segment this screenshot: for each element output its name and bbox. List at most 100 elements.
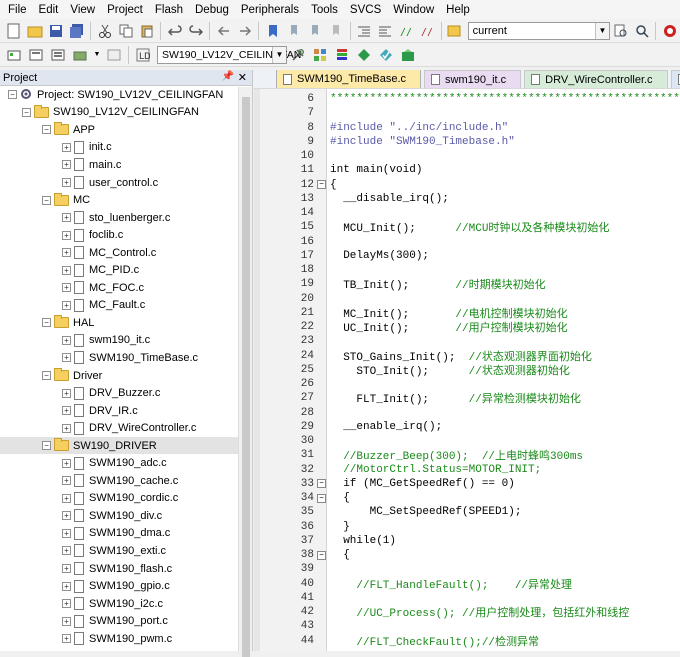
file-item[interactable]: + SWM190_port.c bbox=[0, 612, 252, 630]
file-item[interactable]: + user_control.c bbox=[0, 174, 252, 192]
run-time-env-icon[interactable] bbox=[399, 46, 417, 64]
expand-icon[interactable]: + bbox=[62, 283, 71, 293]
paste-icon[interactable] bbox=[138, 22, 155, 40]
expand-icon[interactable]: + bbox=[62, 458, 71, 468]
file-item[interactable]: + SWM190_div.c bbox=[0, 507, 252, 525]
file-item[interactable]: + SWM190_dma.c bbox=[0, 525, 252, 543]
nav-forward-icon[interactable] bbox=[236, 22, 253, 40]
expand-icon[interactable]: + bbox=[62, 511, 71, 521]
collapse-icon[interactable]: − bbox=[8, 90, 17, 100]
group-app[interactable]: − APP bbox=[0, 121, 252, 139]
expand-icon[interactable]: + bbox=[62, 335, 71, 345]
expand-icon[interactable]: + bbox=[62, 178, 71, 187]
uncomment-icon[interactable]: // bbox=[419, 22, 436, 40]
file-extensions-icon[interactable] bbox=[333, 46, 351, 64]
expand-icon[interactable]: + bbox=[62, 564, 71, 574]
group-sw190_driver[interactable]: − SW190_DRIVER bbox=[0, 436, 252, 455]
file-item[interactable]: + sto_luenberger.c bbox=[0, 209, 252, 227]
menu-debug[interactable]: Debug bbox=[189, 4, 235, 16]
expand-icon[interactable]: + bbox=[62, 160, 71, 170]
copy-icon[interactable] bbox=[117, 22, 134, 40]
collapse-icon[interactable]: − bbox=[42, 195, 51, 205]
find-combo[interactable]: current ▼ bbox=[467, 21, 611, 40]
save-all-icon[interactable] bbox=[68, 22, 85, 40]
menu-tools[interactable]: Tools bbox=[305, 4, 344, 16]
fold-toggle-icon[interactable]: − bbox=[317, 550, 326, 560]
expand-icon[interactable]: + bbox=[62, 599, 71, 609]
manage-components-icon[interactable] bbox=[311, 46, 329, 64]
group-driver[interactable]: − Driver bbox=[0, 367, 252, 385]
menu-peripherals[interactable]: Peripherals bbox=[235, 4, 305, 16]
save-icon[interactable] bbox=[47, 22, 64, 40]
expand-icon[interactable]: + bbox=[62, 634, 71, 644]
expand-icon[interactable]: + bbox=[62, 248, 71, 258]
editor-tab[interactable]: swm190_it.c bbox=[424, 70, 522, 88]
file-item[interactable]: + DRV_IR.c bbox=[0, 402, 252, 420]
collapse-icon[interactable]: − bbox=[42, 318, 51, 328]
collapse-icon[interactable]: − bbox=[42, 441, 51, 451]
find-icon[interactable] bbox=[612, 22, 629, 40]
file-item[interactable]: + SWM190_flash.c bbox=[0, 560, 252, 578]
redo-icon[interactable] bbox=[187, 22, 204, 40]
expand-icon[interactable]: + bbox=[62, 300, 71, 310]
expand-icon[interactable]: + bbox=[62, 265, 71, 275]
close-icon[interactable]: ✕ bbox=[238, 71, 247, 84]
fold-toggle-icon[interactable]: − bbox=[317, 493, 326, 503]
new-file-icon[interactable] bbox=[5, 22, 22, 40]
build-icon[interactable] bbox=[27, 46, 45, 64]
menu-edit[interactable]: Edit bbox=[33, 4, 65, 16]
expand-icon[interactable]: + bbox=[62, 476, 71, 486]
open-folder-icon[interactable] bbox=[26, 22, 43, 40]
file-item[interactable]: + SWM190_exti.c bbox=[0, 542, 252, 560]
expand-icon[interactable]: + bbox=[62, 616, 71, 626]
editor-tab[interactable]: SWM190_TimeBase.c bbox=[276, 70, 422, 88]
editor-tab[interactable]: focli bbox=[670, 70, 680, 88]
clear-bookmarks-icon[interactable] bbox=[327, 22, 344, 40]
group-mc[interactable]: − MC bbox=[0, 191, 252, 209]
prev-bookmark-icon[interactable] bbox=[285, 22, 302, 40]
collapse-icon[interactable]: − bbox=[22, 107, 31, 117]
expand-icon[interactable]: + bbox=[62, 581, 71, 591]
chevron-down-icon[interactable]: ▼ bbox=[93, 46, 101, 64]
incremental-find-icon[interactable] bbox=[633, 22, 650, 40]
pin-icon[interactable]: 📌 bbox=[222, 71, 234, 82]
file-item[interactable]: + DRV_WireController.c bbox=[0, 419, 252, 437]
expand-icon[interactable]: + bbox=[62, 528, 71, 538]
expand-icon[interactable]: + bbox=[62, 213, 71, 223]
expand-icon[interactable]: + bbox=[62, 142, 71, 152]
menu-file[interactable]: File bbox=[2, 4, 33, 16]
undo-icon[interactable] bbox=[166, 22, 183, 40]
cut-icon[interactable] bbox=[96, 22, 113, 40]
file-item[interactable]: + SWM190_TimeBase.c bbox=[0, 349, 252, 367]
collapse-icon[interactable]: − bbox=[42, 125, 51, 135]
project-scrollbar[interactable] bbox=[238, 87, 252, 657]
download-icon[interactable]: LD bbox=[134, 46, 152, 64]
comment-icon[interactable]: // bbox=[398, 22, 415, 40]
file-item[interactable]: + init.c bbox=[0, 139, 252, 157]
file-item[interactable]: + SWM190_cordic.c bbox=[0, 490, 252, 508]
expand-icon[interactable]: + bbox=[62, 546, 71, 556]
expand-icon[interactable]: + bbox=[62, 353, 71, 363]
expand-icon[interactable]: + bbox=[62, 423, 71, 433]
editor-tab[interactable]: DRV_WireController.c bbox=[524, 70, 668, 88]
file-item[interactable]: + MC_Control.c bbox=[0, 244, 252, 262]
expand-icon[interactable]: + bbox=[62, 388, 71, 398]
file-item[interactable]: + MC_PID.c bbox=[0, 261, 252, 279]
file-item[interactable]: + SWM190_cache.c bbox=[0, 472, 252, 490]
collapse-icon[interactable]: − bbox=[42, 371, 51, 381]
group-hal[interactable]: − HAL bbox=[0, 314, 252, 332]
code-editor[interactable]: 6 ***************************************… bbox=[254, 89, 680, 651]
menu-help[interactable]: Help bbox=[440, 4, 476, 16]
project-root[interactable]: − Project: SW190_LV12V_CEILINGFAN bbox=[0, 86, 252, 104]
find-in-files-icon[interactable] bbox=[447, 22, 464, 40]
chevron-down-icon[interactable]: ▼ bbox=[595, 22, 610, 39]
file-item[interactable]: + SWM190_i2c.c bbox=[0, 595, 252, 613]
file-item[interactable]: + SWM190_adc.c bbox=[0, 454, 252, 472]
expand-icon[interactable]: + bbox=[62, 493, 71, 503]
expand-icon[interactable]: + bbox=[62, 230, 71, 240]
file-item[interactable]: + DRV_Buzzer.c bbox=[0, 384, 252, 402]
file-item[interactable]: + swm190_it.c bbox=[0, 332, 252, 350]
bookmark-icon[interactable] bbox=[264, 22, 281, 40]
menu-svcs[interactable]: SVCS bbox=[344, 4, 387, 16]
project-target[interactable]: − SW190_LV12V_CEILINGFAN bbox=[0, 104, 252, 122]
